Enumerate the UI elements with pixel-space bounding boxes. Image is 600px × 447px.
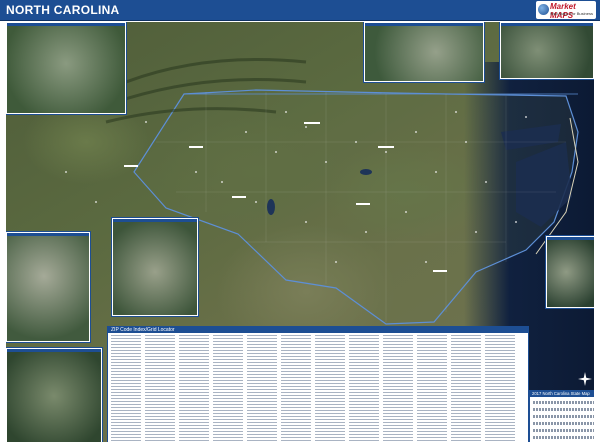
inset-map-wilmington [546,236,594,308]
zip-index-column [213,335,243,441]
map-title: NORTH CAROLINA [6,3,120,17]
inset-map-greensboro [364,22,484,82]
zip-index-column [179,335,209,441]
legend-title: 2017 North Carolina State Map [532,391,590,396]
lake [360,169,372,175]
satellite-map: ZIP Code Index/Grid Locator 2017 North C… [6,22,594,442]
zip-index-column [383,335,413,441]
legend-row [533,429,594,432]
legend-row [533,415,594,418]
legend-row [533,408,594,411]
wall-map-poster: NORTH CAROLINA Market MAPS Wall Maps For… [0,0,600,447]
legend-row [533,401,594,404]
market-maps-logo: Market MAPS Wall Maps For Business [536,1,596,20]
zip-index-column [145,335,175,441]
legend-row [533,436,594,439]
zip-index-column [349,335,379,441]
legend-row [533,422,594,425]
zip-index-column [281,335,311,441]
north-carolina-border [133,89,579,325]
inset-map-charlotte [6,232,90,342]
zip-index-column [247,335,277,441]
inset-map-raleigh [500,22,594,79]
zip-index-column [485,335,515,441]
north-arrow-icon [578,372,592,386]
zip-code-index-table: ZIP Code Index/Grid Locator [107,326,529,442]
inset-map-asheville [6,22,126,114]
lake [267,199,275,215]
map-legend: 2017 North Carolina State Map [529,390,594,442]
zip-index-column [111,335,141,441]
title-bar: NORTH CAROLINA Market MAPS Wall Maps For… [0,0,600,21]
zip-index-column [315,335,345,441]
logo-subtext: Wall Maps For Business [550,11,593,16]
legend-header: 2017 North Carolina State Map [530,391,594,397]
zip-index-header: ZIP Code Index/Grid Locator [108,327,528,333]
zip-index-title: ZIP Code Index/Grid Locator [111,327,175,333]
zip-index-column [417,335,447,441]
globe-icon [538,4,549,15]
zip-index-column [451,335,481,441]
zip-index-columns [111,335,525,441]
inset-map-durham [6,348,102,442]
inset-map-fayetteville [112,218,198,316]
